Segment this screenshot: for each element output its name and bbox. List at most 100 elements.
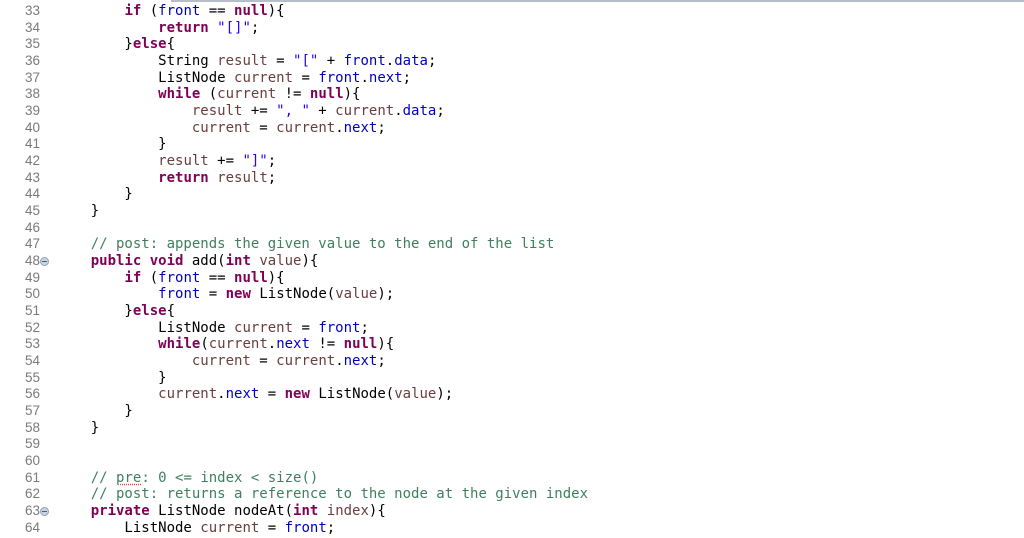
line-number: 57 (24, 403, 40, 419)
token-plain: ListNode (57, 69, 235, 86)
code-line[interactable]: 42 result += "]"; (0, 153, 1024, 170)
code-line[interactable]: 44 } (0, 186, 1024, 203)
code-line[interactable]: 58 } (0, 420, 1024, 437)
line-number: 51 (24, 303, 40, 319)
line-number: 35 (24, 36, 40, 52)
code-line[interactable]: 59 (0, 436, 1024, 453)
code-text: return result; (57, 170, 276, 187)
token-kw: new (284, 386, 310, 403)
token-plain: = (259, 519, 285, 536)
token-plain: ListNode( (309, 386, 395, 403)
token-fd: front (158, 269, 201, 286)
code-text: } (57, 186, 132, 203)
token-kw: while (158, 336, 201, 353)
token-lv: current (234, 319, 294, 336)
collapse-fold-icon[interactable] (40, 507, 49, 517)
code-text: } (57, 403, 132, 420)
code-text: public void add(int value){ (57, 253, 319, 270)
token-kw: null (234, 269, 268, 286)
code-line[interactable]: 35 }else{ (0, 36, 1024, 53)
token-kw: int (225, 253, 251, 270)
token-plain: ListNode( (250, 286, 336, 303)
code-line[interactable]: 64 ListNode current = front; (0, 520, 1024, 537)
token-plain: != (309, 336, 344, 353)
code-line[interactable]: 57 } (0, 403, 1024, 420)
token-kw: return (158, 169, 209, 186)
line-number: 39 (24, 103, 40, 119)
code-line[interactable]: 56 current.next = new ListNode(value); (0, 386, 1024, 403)
token-lv: current (335, 103, 395, 120)
code-line[interactable]: 55 } (0, 370, 1024, 387)
code-line[interactable]: 61 // pre: 0 <= index < size() (0, 470, 1024, 487)
code-line[interactable]: 60 (0, 453, 1024, 470)
line-number: 59 (24, 436, 40, 452)
token-plain: ; (377, 119, 386, 136)
code-text: // post: appends the given value to the … (57, 236, 555, 253)
token-plain: = (267, 53, 294, 70)
code-line[interactable]: 62 // post: returns a reference to the n… (0, 486, 1024, 503)
code-line[interactable]: 46 (0, 220, 1024, 237)
token-plain: ; (377, 353, 386, 370)
code-line[interactable]: 52 ListNode current = front; (0, 320, 1024, 337)
code-line[interactable]: 43 return result; (0, 170, 1024, 187)
token-kw: void (149, 253, 184, 270)
code-editor[interactable]: 33 if (front == null){34 return "[]"; 35 … (0, 3, 1024, 537)
token-plain: = (293, 319, 319, 336)
line-number: 50 (24, 286, 40, 302)
line-number: 45 (24, 203, 40, 219)
token-plain: ; (267, 169, 277, 186)
code-line[interactable]: 40 current = current.next; (0, 120, 1024, 137)
token-plain: ; (360, 319, 369, 336)
code-line[interactable]: 33 if (front == null){ (0, 3, 1024, 20)
collapse-fold-icon[interactable] (40, 257, 49, 267)
token-plain: ( (141, 3, 159, 19)
token-plain: ){ (377, 336, 395, 353)
line-number: 52 (24, 319, 40, 335)
token-fd: next (343, 119, 378, 136)
token-plain: ListNode (57, 319, 235, 336)
line-number: 43 (24, 169, 40, 185)
code-line[interactable]: 34 return "[]"; (0, 20, 1024, 37)
line-number: 49 (24, 269, 40, 285)
code-line[interactable]: 49 if (front == null){ (0, 270, 1024, 287)
token-plain: = (259, 386, 285, 403)
token-plain: . (385, 53, 395, 70)
code-line[interactable]: 48 public void add(int value){ (0, 253, 1024, 270)
token-plain: { (166, 303, 176, 320)
code-line[interactable]: 38 while (current != null){ (0, 86, 1024, 103)
token-plain: String (57, 53, 218, 70)
line-number: 34 (24, 19, 40, 35)
code-line[interactable]: 53 while(current.next != null){ (0, 336, 1024, 353)
token-plain: ListNode nodeAt( (149, 503, 294, 520)
code-line[interactable]: 45 } (0, 203, 1024, 220)
token-plain: ); (436, 386, 454, 403)
code-line[interactable]: 36 String result = "[" + front.data; (0, 53, 1024, 70)
code-line[interactable]: 51 }else{ (0, 303, 1024, 320)
token-plain: ListNode (57, 519, 201, 536)
token-fd: next (368, 69, 403, 86)
code-text: ListNode current = front.next; (57, 70, 411, 87)
token-lv: current (158, 386, 218, 403)
code-line[interactable]: 47 // post: appends the given value to t… (0, 236, 1024, 253)
code-line[interactable]: 41 } (0, 136, 1024, 153)
token-plain: ){ (368, 503, 386, 520)
code-text: private ListNode nodeAt(int index){ (57, 503, 386, 520)
token-plain: . (217, 386, 226, 403)
code-text: result += ", " + current.data; (57, 103, 445, 120)
token-plain: . (335, 119, 344, 136)
code-line[interactable]: 39 result += ", " + current.data; (0, 103, 1024, 120)
code-line[interactable]: 50 front = new ListNode(value); (0, 286, 1024, 303)
code-line[interactable]: 37 ListNode current = front.next; (0, 70, 1024, 87)
code-line[interactable]: 63 private ListNode nodeAt(int index){ (0, 503, 1024, 520)
code-line[interactable]: 54 current = current.next; (0, 353, 1024, 370)
token-cm: // post: returns a reference to the node… (90, 486, 589, 503)
token-fd: front (158, 3, 201, 19)
code-text: // post: returns a reference to the node… (57, 486, 588, 503)
line-number: 40 (24, 119, 40, 135)
